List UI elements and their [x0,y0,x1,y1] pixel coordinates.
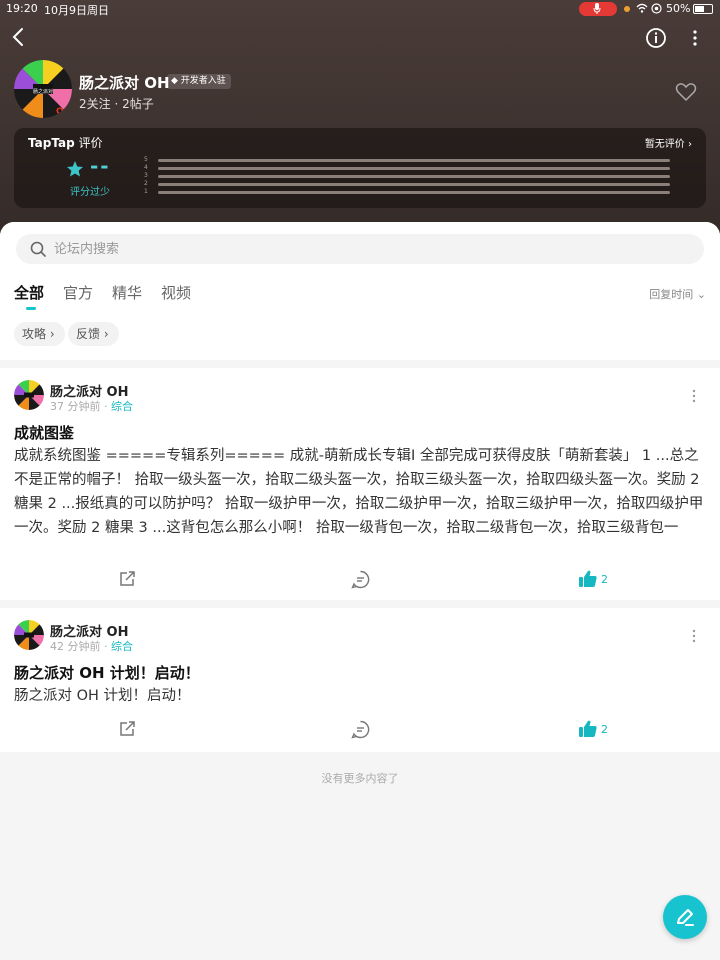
info-icon[interactable] [645,27,667,49]
thumbs-up-icon[interactable] [578,569,598,589]
sort-dropdown[interactable]: 回复时间 ⌄ [649,286,706,302]
pen-icon [677,909,694,926]
rating-row-2: 2 [144,180,672,189]
app-stats[interactable]: 2关注 · 2帖子 [79,95,154,112]
chevron-right-icon: › [103,327,109,341]
chevron-right-icon: › [49,327,55,341]
active-tab-indicator [26,307,36,310]
post-category[interactable]: 综合 [111,640,133,653]
rating-row-4: 4 [144,164,672,173]
privacy-dot [624,6,630,12]
post-card[interactable]: 肠之派对 OH 42 分钟前 · 综合 肠之派对 OH 计划！启动！ 肠之派对 … [0,608,720,752]
back-arrow-icon[interactable] [8,26,30,48]
post-time: 37 分钟前 [50,400,101,413]
search-icon [30,241,46,257]
post-title[interactable]: 成就图鉴 [14,422,74,443]
status-bar: 19:20 10月9日周日 50% [0,0,720,18]
rating-low-text: 评分过少 [70,187,110,198]
more-vertical-icon[interactable] [690,389,698,403]
compose-button[interactable] [663,895,707,939]
status-date: 10月9日周日 [44,4,109,17]
heart-icon[interactable] [675,81,697,103]
forum-tabs: 全部 官方 精华 视频 回复时间 ⌄ [0,282,720,312]
avatar[interactable] [14,380,44,410]
rating-score: -- [90,154,111,178]
developer-badge-label: 开发者入驻 [180,76,226,86]
forum-panel: 全部 官方 精华 视频 回复时间 ⌄ 攻略 › 反馈 › 肠之派对 OH 37 … [0,222,720,960]
more-vertical-icon[interactable] [686,27,704,49]
tab-featured[interactable]: 精华 [112,282,142,303]
post-card[interactable]: 肠之派对 OH 37 分钟前 · 综合 成就图鉴 成就系统图鉴 =====专辑系… [0,368,720,600]
rating-distribution: 5 4 3 2 1 [144,156,672,197]
search-bar[interactable] [16,234,704,264]
status-time: 19:20 [6,2,38,15]
app-name: 肠之派对 OH [79,74,170,92]
star-icon [67,161,83,177]
post-meta: 42 分钟前 · 综合 [50,640,133,653]
chip-guides[interactable]: 攻略 › [14,322,65,346]
diamond-icon: ◆ [171,76,178,86]
post-body[interactable]: 肠之派对 OH 计划！启动！ [14,684,708,708]
more-vertical-icon[interactable] [690,629,698,643]
search-input[interactable] [54,239,684,259]
tab-all[interactable]: 全部 [14,282,44,303]
rating-row-3: 3 [144,172,672,181]
chip-label: 攻略 [22,327,47,341]
chip-label: 反馈 [76,327,101,341]
chevron-down-icon: ⌄ [696,288,706,301]
wifi-icon [636,3,648,13]
tab-video[interactable]: 视频 [161,282,191,303]
chip-feedback[interactable]: 反馈 › [68,322,119,346]
rating-row-1: 1 [144,188,672,197]
rating-title: TapTap 评价 [28,134,103,151]
thumbs-up-icon[interactable] [578,719,598,739]
battery-icon [693,4,713,14]
post-body[interactable]: 成就系统图鉴 =====专辑系列===== 成就-萌新成长专辑I 全部完成可获得… [14,444,708,540]
taptap-brand: TapTap [28,136,75,150]
tab-official[interactable]: 官方 [63,282,93,303]
comment-icon[interactable] [351,570,370,589]
post-meta: 37 分钟前 · 综合 [50,400,133,413]
post-category[interactable]: 综合 [111,400,133,413]
rating-row-5: 5 [144,156,672,165]
forum-controls: 全部 官方 精华 视频 回复时间 ⌄ 攻略 › 反馈 › [0,222,720,360]
app-logo: 肠之派对 OH [14,60,72,118]
post-time: 42 分钟前 [50,640,101,653]
comment-icon[interactable] [351,720,370,739]
battery-percent: 50% [666,2,691,15]
end-of-list-text: 没有更多内容了 [321,772,399,785]
location-icon [651,3,662,14]
rating-card[interactable]: TapTap 评价 暂无评价 › -- 评分过少 5 4 3 2 1 [14,128,706,208]
no-rating-link[interactable]: 暂无评价 › [645,135,692,150]
mic-recording-indicator [579,2,617,16]
rating-label: 评价 [78,136,103,150]
share-icon[interactable] [118,720,136,738]
developer-badge: ◆ 开发者入驻 [167,74,231,89]
microphone-icon [593,3,601,14]
sort-label: 回复时间 [649,288,694,301]
like-count: 2 [601,573,608,586]
share-icon[interactable] [118,570,136,588]
avatar[interactable] [14,620,44,650]
post-title[interactable]: 肠之派对 OH 计划！启动！ [14,662,200,683]
like-count: 2 [601,723,608,736]
app-logo-text: 肠之派对 [33,88,53,95]
